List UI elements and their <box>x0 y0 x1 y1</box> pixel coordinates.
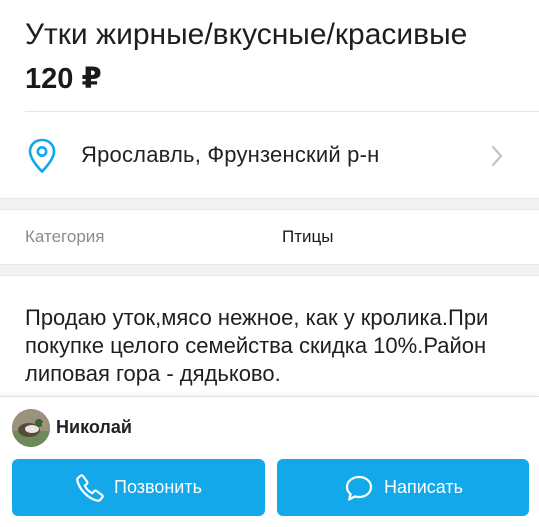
location-text: Ярославль, Фрунзенский р-н <box>81 142 380 167</box>
write-button-label: Написать <box>384 477 464 497</box>
category-label: Категория <box>25 227 105 246</box>
ad-title: Утки жирные/вкусные/красивые <box>25 18 468 51</box>
params-row: Категория Птицы <box>0 210 539 264</box>
call-button[interactable]: Позвонить <box>12 459 265 516</box>
avatar-image <box>12 409 50 447</box>
ad-price: 120 ₽ <box>25 63 102 95</box>
ad-description: Продаю уток,мясо нежное, как у кролика.П… <box>25 305 489 386</box>
avatar[interactable] <box>12 409 50 447</box>
seller-name[interactable]: Николай <box>56 417 132 438</box>
call-button-label: Позвонить <box>114 477 202 497</box>
chat-bubble-icon <box>345 475 373 501</box>
phone-icon <box>76 474 104 502</box>
location-row[interactable]: Ярославль, Фрунзенский р-н <box>0 112 539 198</box>
contact-bar: Николай Позвонить Написать <box>0 396 539 527</box>
write-button[interactable]: Написать <box>277 459 529 516</box>
chevron-right-icon <box>491 145 503 167</box>
ad-header: Утки жирные/вкусные/красивые 120 ₽ <box>0 0 539 112</box>
map-pin-icon <box>28 138 56 173</box>
category-value: Птицы <box>282 227 334 246</box>
section-separator <box>0 198 539 210</box>
section-separator <box>0 264 539 276</box>
